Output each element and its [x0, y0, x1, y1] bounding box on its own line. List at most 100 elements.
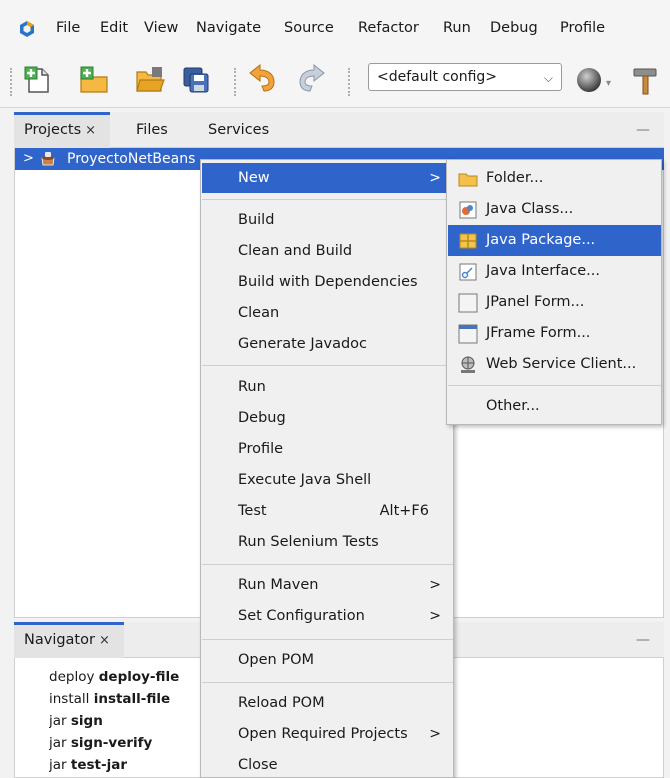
open-project-icon[interactable] — [134, 64, 166, 96]
undo-icon[interactable] — [246, 64, 278, 96]
menu-profile[interactable]: Profile — [560, 18, 605, 38]
menu-item-execute-java-shell[interactable]: Execute Java Shell — [202, 465, 453, 495]
menu-file[interactable]: File — [56, 18, 80, 38]
jframe-form-icon — [458, 324, 478, 344]
maven-project-icon — [41, 152, 55, 166]
menu-item-label: Web Service Client... — [486, 356, 637, 372]
menu-item-profile[interactable]: Profile — [202, 434, 453, 464]
menu-separator — [448, 385, 661, 386]
goal-phase: jar — [49, 713, 71, 729]
menu-item-run-selenium-tests[interactable]: Run Selenium Tests — [202, 527, 453, 557]
menu-item-run-maven[interactable]: Run Maven > — [202, 570, 453, 600]
toolbar-separator — [234, 68, 240, 96]
new-submenu: Folder... Java Class... Java Package... … — [446, 159, 662, 425]
tab-services[interactable]: Services — [198, 112, 279, 148]
menu-item-label: Run Maven — [238, 577, 319, 593]
folder-icon — [458, 173, 478, 187]
menu-edit[interactable]: Edit — [100, 18, 128, 38]
close-icon[interactable]: × — [85, 123, 96, 138]
menu-item-open-required-projects[interactable]: Open Required Projects > — [202, 719, 453, 749]
menu-item-debug[interactable]: Debug — [202, 403, 453, 433]
menu-item-label: New — [238, 170, 270, 186]
menu-item-other[interactable]: Other... — [448, 391, 661, 422]
goal-phase: jar — [49, 735, 71, 751]
menu-item-label: Java Interface... — [486, 263, 600, 279]
menu-source[interactable]: Source — [284, 18, 334, 38]
menu-separator — [202, 199, 453, 200]
menu-separator — [202, 365, 453, 366]
configuration-select[interactable]: <default config> ⌵ — [368, 63, 562, 91]
list-item[interactable]: jar sign-verify — [49, 732, 217, 754]
new-project-icon[interactable] — [78, 64, 110, 96]
tab-navigator[interactable]: Navigator × — [14, 622, 124, 658]
goal-name: sign — [70, 713, 103, 729]
menu-navigate[interactable]: Navigate — [196, 18, 261, 38]
keyboard-shortcut: Alt+F6 — [379, 503, 429, 519]
jpanel-form-icon — [458, 293, 478, 313]
menu-item-close[interactable]: Close — [202, 750, 453, 778]
menu-item-generate-javadoc[interactable]: Generate Javadoc — [202, 329, 453, 359]
list-item[interactable]: jar sign — [49, 710, 217, 732]
tab-projects[interactable]: Projects × — [14, 112, 110, 148]
menu-refactor[interactable]: Refactor — [358, 18, 419, 38]
menu-item-label: Folder... — [486, 170, 544, 186]
redo-icon[interactable] — [296, 64, 328, 96]
save-all-icon[interactable] — [180, 64, 212, 96]
goal-phase: install — [49, 691, 94, 707]
chevron-right-icon: > — [429, 608, 441, 624]
menu-bar: File Edit View Navigate Source Refactor … — [0, 0, 670, 56]
menu-item-java-interface[interactable]: Java Interface... — [448, 256, 661, 287]
list-item[interactable]: jar test-jar — [49, 754, 217, 776]
goal-name: deploy-file — [98, 669, 180, 685]
menu-item-label: Java Class... — [486, 201, 574, 217]
menu-item-jframe-form[interactable]: JFrame Form... — [448, 318, 661, 349]
minimize-icon[interactable]: — — [636, 122, 650, 138]
menu-item-reload-pom[interactable]: Reload POM — [202, 688, 453, 718]
project-name: ProyectoNetBeans — [67, 151, 196, 167]
menu-item-build[interactable]: Build — [202, 205, 453, 235]
web-service-client-icon — [461, 356, 475, 373]
list-item[interactable]: deploy deploy-file — [49, 666, 217, 688]
menu-view[interactable]: View — [144, 18, 178, 38]
menu-debug[interactable]: Debug — [490, 18, 538, 38]
menu-item-java-class[interactable]: Java Class... — [448, 194, 661, 225]
menu-item-java-package[interactable]: Java Package... — [448, 225, 661, 256]
menu-item-folder[interactable]: Folder... — [448, 163, 661, 194]
list-item[interactable]: install install-file — [49, 688, 217, 710]
menu-item-clean-and-build[interactable]: Clean and Build — [202, 236, 453, 266]
menu-run[interactable]: Run — [443, 18, 471, 38]
new-file-icon[interactable] — [22, 64, 54, 96]
menu-item-new[interactable]: New > — [202, 163, 453, 193]
hammer-icon[interactable] — [630, 64, 662, 96]
goal-name: sign-verify — [70, 735, 153, 751]
menu-item-set-configuration[interactable]: Set Configuration > — [202, 601, 453, 631]
java-interface-icon — [459, 263, 477, 281]
menu-separator — [202, 682, 453, 683]
menu-item-build-with-dependencies[interactable]: Build with Dependencies — [202, 267, 453, 297]
project-context-menu: New > Build Clean and Build Build with D… — [200, 159, 454, 778]
close-icon[interactable]: × — [99, 633, 110, 648]
chevron-right-icon: > — [429, 577, 441, 593]
goal-phase: jar — [49, 757, 71, 773]
menu-item-jpanel-form[interactable]: JPanel Form... — [448, 287, 661, 318]
menu-item-test[interactable]: Test Alt+F6 — [202, 496, 453, 526]
chevron-down-icon[interactable]: ▾ — [606, 78, 611, 89]
menu-item-label: Test — [238, 503, 267, 519]
tab-files[interactable]: Files — [126, 112, 178, 148]
projects-tab-bar: Projects × Files Services — — [14, 112, 664, 148]
globe-icon[interactable] — [574, 64, 606, 96]
tab-projects-label: Projects — [24, 122, 82, 138]
menu-item-label: Set Configuration — [238, 608, 365, 624]
menu-item-clean[interactable]: Clean — [202, 298, 453, 328]
toolbar: ▾ — [0, 56, 670, 108]
menu-item-label: Other... — [486, 398, 540, 414]
menu-item-web-service-client[interactable]: Web Service Client... — [448, 349, 661, 380]
chevron-right-icon[interactable]: > — [23, 148, 34, 170]
menu-item-run[interactable]: Run — [202, 372, 453, 402]
menu-item-label: JPanel Form... — [486, 294, 585, 310]
package-icon — [459, 233, 477, 249]
minimize-icon[interactable]: — — [636, 632, 650, 648]
toolbar-separator — [348, 68, 354, 96]
menu-item-open-pom[interactable]: Open POM — [202, 645, 453, 675]
chevron-right-icon: > — [429, 726, 441, 742]
